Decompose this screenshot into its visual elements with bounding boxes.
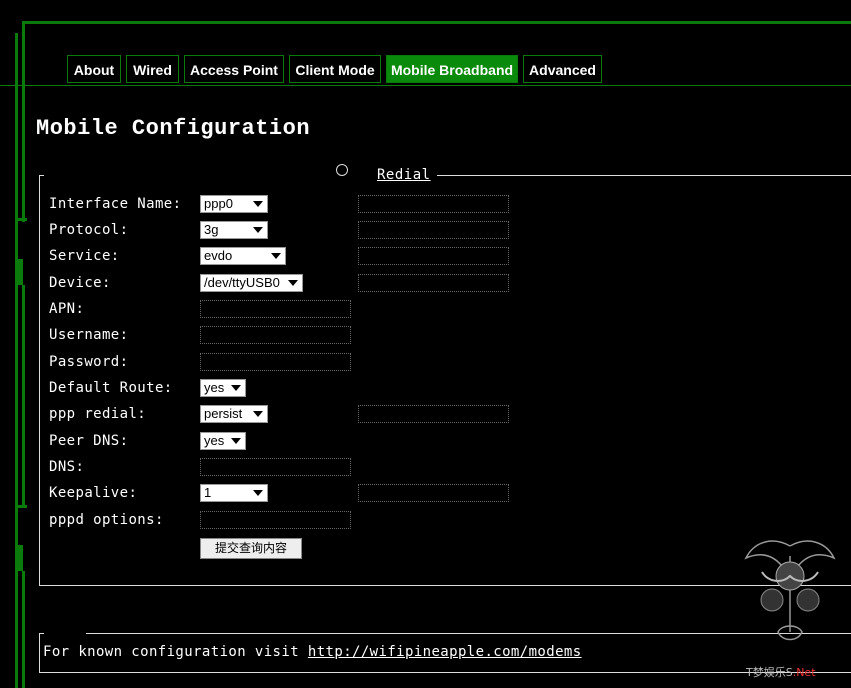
apn-label: APN: bbox=[49, 301, 85, 317]
tab-client-mode[interactable]: Client Mode bbox=[289, 55, 381, 83]
footer-text: For known configuration visit http://wif… bbox=[43, 644, 582, 660]
protocol-value: 3g bbox=[204, 222, 219, 237]
protocol-select[interactable]: 3g bbox=[200, 221, 268, 239]
service-extra-input[interactable] bbox=[358, 247, 509, 265]
ppp-redial-label: ppp redial: bbox=[49, 406, 147, 422]
modems-link[interactable]: http://wifipineapple.com/modems bbox=[308, 644, 582, 660]
tab-about[interactable]: About bbox=[67, 55, 121, 83]
chevron-down-icon bbox=[253, 411, 263, 417]
peer-dns-value: yes bbox=[204, 433, 225, 448]
peer-dns-label: Peer DNS: bbox=[49, 433, 129, 449]
default-route-select[interactable]: yes bbox=[200, 379, 246, 397]
watermark-text: T梦娱乐S bbox=[746, 666, 793, 679]
protocol-extra-input[interactable] bbox=[358, 221, 509, 239]
keepalive-label: Keepalive: bbox=[49, 485, 138, 501]
footer-border bbox=[86, 633, 851, 634]
device-select[interactable]: /dev/ttyUSB0 bbox=[200, 274, 303, 292]
keepalive-select[interactable]: 1 bbox=[200, 484, 268, 502]
chevron-down-icon bbox=[231, 385, 241, 391]
service-value: evdo bbox=[204, 248, 233, 263]
device-label: Device: bbox=[49, 275, 111, 291]
tab-access-point[interactable]: Access Point bbox=[184, 55, 284, 83]
dns-label: DNS: bbox=[49, 459, 85, 475]
chevron-down-icon bbox=[231, 438, 241, 444]
apn-input[interactable] bbox=[200, 300, 351, 318]
frame-line-segment-2 bbox=[15, 505, 27, 508]
interface-name-label: Interface Name: bbox=[49, 196, 182, 212]
watermark-suffix: .Net bbox=[792, 666, 816, 679]
username-input[interactable] bbox=[200, 326, 351, 344]
chevron-down-icon bbox=[253, 490, 263, 496]
device-value: /dev/ttyUSB0 bbox=[204, 275, 280, 290]
redial-radio[interactable] bbox=[336, 164, 348, 176]
pppd-options-input[interactable] bbox=[200, 511, 351, 529]
device-extra-input[interactable] bbox=[358, 274, 509, 292]
footer-label: For known configuration visit bbox=[43, 644, 308, 660]
peer-dns-select[interactable]: yes bbox=[200, 432, 246, 450]
keepalive-value: 1 bbox=[204, 485, 212, 500]
interface-name-select[interactable]: ppp0 bbox=[200, 195, 268, 213]
tab-advanced[interactable]: Advanced bbox=[523, 55, 602, 83]
password-label: Password: bbox=[49, 354, 129, 370]
ppp-redial-extra-input[interactable] bbox=[358, 405, 509, 423]
interface-name-value: ppp0 bbox=[204, 196, 233, 211]
dns-input[interactable] bbox=[200, 458, 351, 476]
default-route-value: yes bbox=[204, 380, 225, 395]
tab-bar: About Wired Access Point Client Mode Mob… bbox=[0, 55, 851, 86]
frame-line-left-outer bbox=[15, 33, 18, 688]
fieldset-border bbox=[39, 175, 44, 176]
tab-mobile-broadband[interactable]: Mobile Broadband bbox=[386, 55, 518, 83]
chevron-down-icon bbox=[253, 227, 263, 233]
frame-block bbox=[15, 259, 23, 285]
frame-block-2 bbox=[15, 545, 23, 571]
frame-line-left-inner-2 bbox=[22, 285, 25, 505]
keepalive-extra-input[interactable] bbox=[358, 484, 509, 502]
frame-line-top bbox=[22, 21, 851, 24]
ppp-redial-value: persist bbox=[204, 406, 243, 421]
username-label: Username: bbox=[49, 327, 129, 343]
service-select[interactable]: evdo bbox=[200, 247, 286, 265]
frame-line-left-inner-3 bbox=[22, 571, 25, 688]
submit-button[interactable]: 提交查询内容 bbox=[200, 538, 302, 559]
footer-border bbox=[39, 633, 44, 634]
frame-line-segment bbox=[15, 218, 27, 221]
service-label: Service: bbox=[49, 248, 120, 264]
fieldset-legend: Redial bbox=[377, 167, 431, 183]
tab-wired[interactable]: Wired bbox=[126, 55, 179, 83]
chevron-down-icon bbox=[288, 280, 298, 286]
pppd-options-label: pppd options: bbox=[49, 512, 164, 528]
frame-line-left-inner bbox=[22, 22, 25, 222]
chevron-down-icon bbox=[253, 201, 263, 207]
chevron-down-icon bbox=[271, 253, 281, 259]
ppp-redial-select[interactable]: persist bbox=[200, 405, 268, 423]
fieldset-border bbox=[437, 175, 851, 176]
protocol-label: Protocol: bbox=[49, 222, 129, 238]
password-input[interactable] bbox=[200, 353, 351, 371]
interface-name-extra-input[interactable] bbox=[358, 195, 509, 213]
dragon-emblem-icon bbox=[744, 540, 836, 641]
watermark: T梦娱乐S.Net bbox=[746, 664, 816, 680]
default-route-label: Default Route: bbox=[49, 380, 173, 396]
page-title: Mobile Configuration bbox=[36, 116, 311, 141]
